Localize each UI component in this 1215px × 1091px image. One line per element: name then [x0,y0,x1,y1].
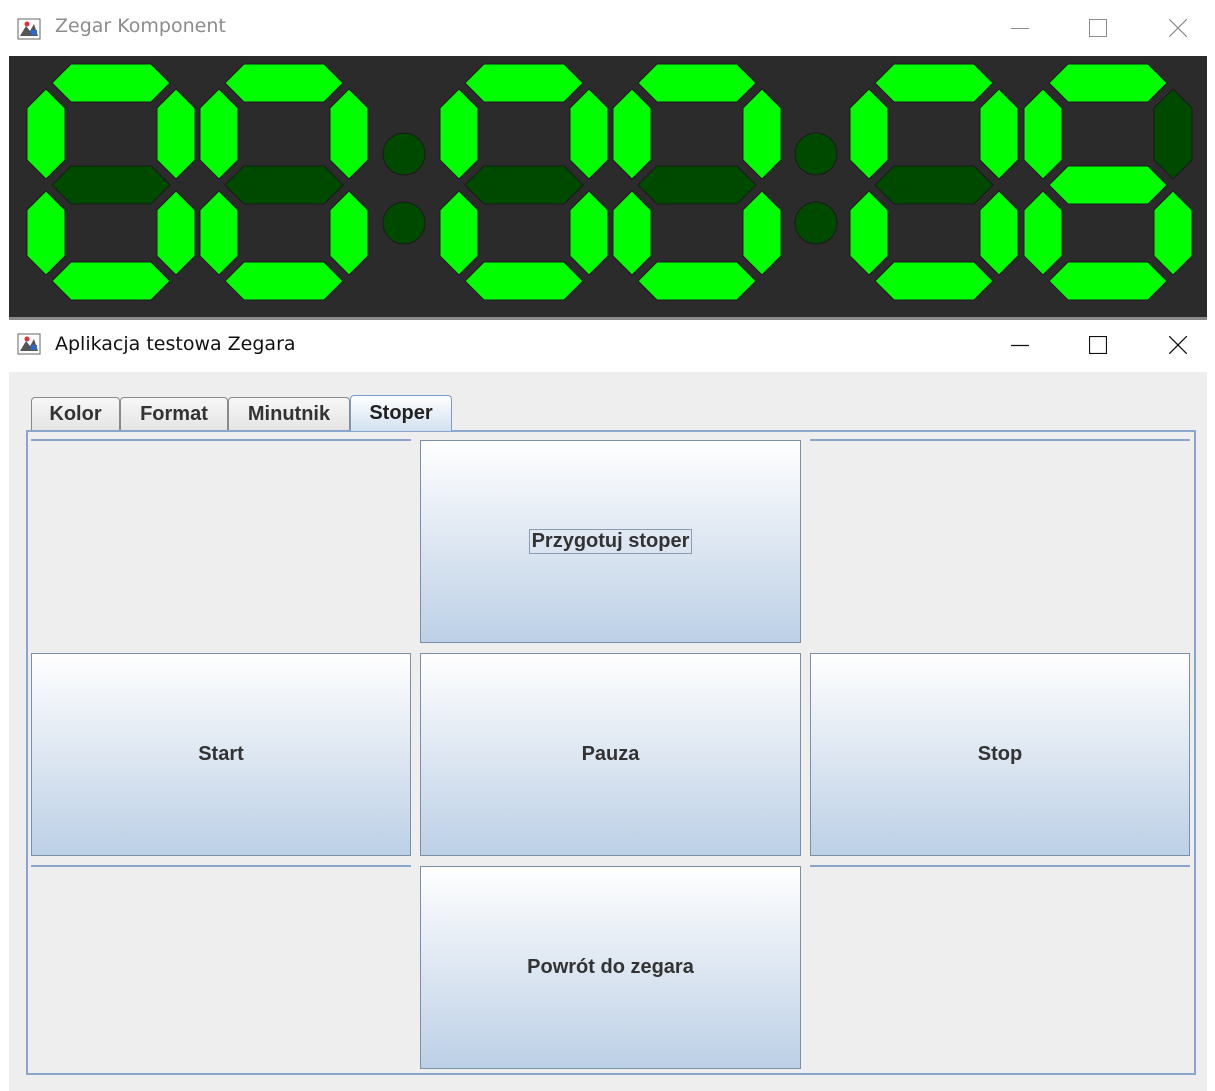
clock-minimize-button[interactable] [998,8,1042,48]
digit-5-segment-e [849,190,889,276]
seven-segment-clock-display [9,56,1207,318]
test-window-title: Aplikacja testowa Zegara [55,333,296,355]
clock-maximize-button[interactable] [1076,8,1120,48]
digit-5-segment-g [874,165,994,205]
digit-1-segment-e [26,190,66,276]
digit-4-segment-d [637,261,757,301]
digit-1-segment-f [26,88,66,180]
minimize-icon [1011,28,1029,29]
prepare-stopwatch-label: Przygotuj stoper [528,529,693,554]
digit-2-segment-e [199,190,239,276]
digit-5-segment-d [874,261,994,301]
digit-3-segment-d [464,261,584,301]
digit-3-segment-a [464,63,584,103]
digit-1-segment-b [156,88,196,180]
colon-1-dot-1 [382,132,426,176]
digit-6-segment-f [1023,88,1063,180]
close-icon [1169,19,1187,37]
tab-kolor[interactable]: Kolor [31,397,120,431]
digit-1-segment-c [156,190,196,276]
digit-6-segment-e [1023,190,1063,276]
digit-2-segment-f [199,88,239,180]
java-app-icon [17,18,41,40]
digit-4-segment-g [637,165,757,205]
clock-digits-svg [26,63,1193,301]
colon-2-dot-1 [794,132,838,176]
digit-3-segment-c [569,190,609,276]
digit-4-segment-c [742,190,782,276]
tab-minutnik[interactable]: Minutnik [228,397,350,431]
back-to-clock-button[interactable]: Powrót do zegara [420,866,801,1069]
digit-4-segment-b [742,88,782,180]
grid-cell-divider [810,439,1190,441]
prepare-stopwatch-button[interactable]: Przygotuj stoper [420,440,801,643]
grid-cell-divider [31,865,411,867]
grid-cell-divider [810,865,1190,867]
digit-5-segment-f [849,88,889,180]
digit-3-segment-g [464,165,584,205]
clock-close-button[interactable] [1156,8,1200,48]
test-maximize-button[interactable] [1076,325,1120,365]
digit-1-segment-d [51,261,171,301]
digit-3-segment-b [569,88,609,180]
colon-2-dot-2 [794,201,838,245]
tab-format[interactable]: Format [120,397,228,431]
tab-stoper[interactable]: Stoper [350,395,452,431]
digit-6-segment-c [1153,190,1193,276]
digit-1-segment-g [51,165,171,205]
maximize-icon [1089,336,1107,354]
digit-5-segment-a [874,63,994,103]
digit-4-segment-a [637,63,757,103]
stop-button[interactable]: Stop [810,653,1190,856]
digit-4-segment-e [612,190,652,276]
clock-window-titlebar[interactable]: Zegar Komponent [0,0,1215,56]
digit-5-segment-c [979,190,1019,276]
close-icon [1169,336,1187,354]
pause-button[interactable]: Pauza [420,653,801,856]
digit-6-segment-g [1048,165,1168,205]
digit-6-segment-d [1048,261,1168,301]
digit-2-segment-b [329,88,369,180]
digit-3-segment-f [439,88,479,180]
start-button[interactable]: Start [31,653,411,856]
grid-cell-divider [31,439,411,441]
digit-2-segment-c [329,190,369,276]
digit-2-segment-a [224,63,344,103]
digit-2-segment-d [224,261,344,301]
digit-1-segment-a [51,63,171,103]
test-close-button[interactable] [1156,325,1200,365]
digit-6-segment-b [1153,88,1193,180]
digit-3-segment-e [439,190,479,276]
digit-4-segment-f [612,88,652,180]
digit-6-segment-a [1048,63,1168,103]
test-window-titlebar[interactable]: Aplikacja testowa Zegara [0,320,1215,372]
test-window-content: Kolor Format Minutnik Stoper Przygotuj s… [9,372,1207,1091]
digit-2-segment-g [224,165,344,205]
digit-5-segment-b [979,88,1019,180]
stoper-tab-panel: Przygotuj stoper Start Pauza Stop Powrót… [26,430,1196,1075]
test-minimize-button[interactable] [998,325,1042,365]
colon-1-dot-2 [382,201,426,245]
minimize-icon [1011,344,1029,347]
java-app-icon [17,333,41,355]
clock-window-title: Zegar Komponent [55,15,226,37]
maximize-icon [1089,19,1107,37]
